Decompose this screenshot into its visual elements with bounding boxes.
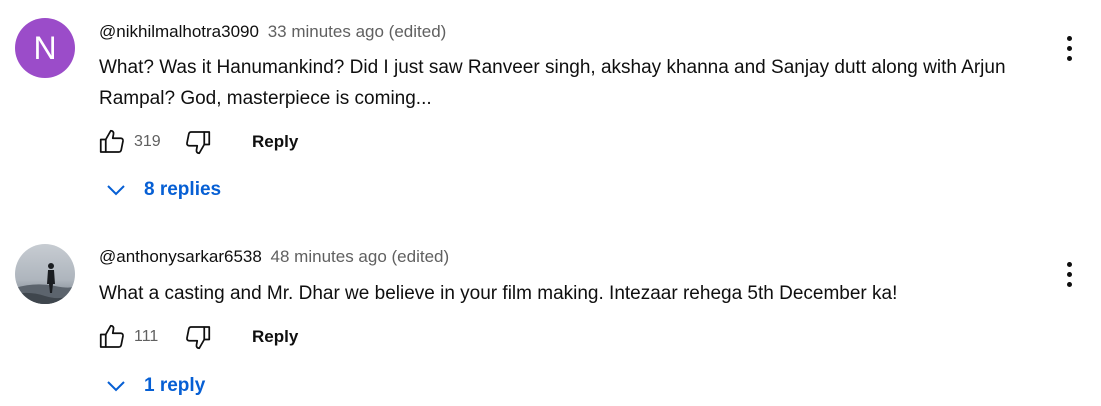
reply-button[interactable]: Reply bbox=[252, 327, 298, 347]
dislike-button[interactable] bbox=[182, 321, 214, 353]
replies-label: 1 reply bbox=[144, 375, 206, 396]
comment-text: What? Was it Hanumankind? Did I just saw… bbox=[99, 57, 1006, 109]
reply-button[interactable]: Reply bbox=[252, 132, 298, 152]
menu-dot bbox=[1066, 281, 1072, 287]
menu-dots-icon bbox=[1066, 261, 1072, 267]
comment-text: What a casting and Mr. Dhar we believe i… bbox=[99, 283, 898, 304]
person-silhouette-photo-icon bbox=[15, 244, 75, 304]
comment-actions: 319 Reply bbox=[96, 126, 298, 158]
comment-thread: @anthonysarkar6538 48 minutes ago (edite… bbox=[0, 230, 1101, 406]
dislike-button[interactable] bbox=[182, 126, 214, 158]
avatar[interactable]: N bbox=[15, 18, 75, 78]
view-replies-button[interactable]: 8 replies bbox=[104, 178, 221, 202]
like-button[interactable] bbox=[96, 126, 128, 158]
comment-header: @nikhilmalhotra3090 33 minutes ago (edit… bbox=[99, 22, 446, 42]
like-count: 319 bbox=[134, 133, 161, 150]
thumbs-up-icon bbox=[99, 129, 124, 153]
like-count: 111 bbox=[134, 328, 159, 345]
avatar-letter: N bbox=[33, 29, 57, 66]
view-replies-button[interactable]: 1 reply bbox=[104, 374, 205, 398]
comment-thread: N @nikhilmalhotra3090 33 minutes ago (ed… bbox=[0, 0, 1101, 230]
menu-dot bbox=[1066, 45, 1072, 51]
comment-time[interactable]: 33 minutes ago (edited) bbox=[268, 22, 447, 41]
thumbs-up-icon bbox=[99, 324, 124, 348]
menu-dot bbox=[1066, 55, 1072, 61]
menu-dot bbox=[1066, 271, 1072, 277]
like-button[interactable] bbox=[96, 321, 128, 353]
comment-author[interactable]: @anthonysarkar6538 bbox=[99, 247, 262, 266]
comment-header: @anthonysarkar6538 48 minutes ago (edite… bbox=[99, 247, 449, 267]
comment-actions: 111 Reply bbox=[96, 321, 298, 353]
thumbs-down-icon bbox=[186, 131, 211, 155]
thumbs-down-icon bbox=[186, 326, 211, 350]
more-actions-button[interactable] bbox=[1059, 254, 1079, 294]
avatar[interactable] bbox=[15, 244, 75, 304]
chevron-down-icon bbox=[107, 381, 125, 392]
menu-dots-icon bbox=[1066, 35, 1072, 41]
more-actions-button[interactable] bbox=[1059, 28, 1079, 68]
replies-label: 8 replies bbox=[144, 179, 222, 200]
comment-author[interactable]: @nikhilmalhotra3090 bbox=[99, 22, 259, 41]
chevron-down-icon bbox=[107, 185, 125, 196]
comment-time[interactable]: 48 minutes ago (edited) bbox=[271, 247, 450, 266]
